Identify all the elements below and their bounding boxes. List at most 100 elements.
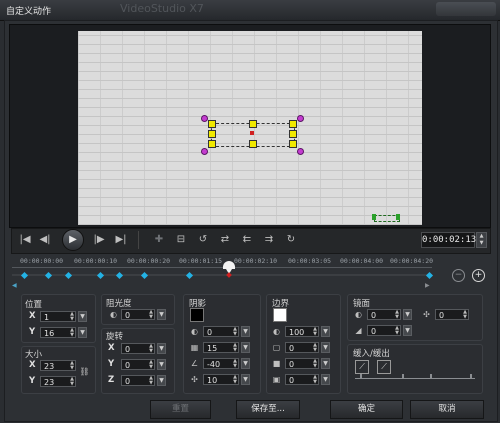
mirror-distance-dropdown[interactable]: ▼ [403, 325, 412, 336]
zoom-out-icon[interactable]: − [452, 269, 465, 282]
swap-keyframes-icon[interactable]: ⇄ [216, 232, 234, 248]
rotate-handle-tr[interactable] [297, 115, 304, 122]
rotation-z-input[interactable]: 0 ▲ ▼ [121, 375, 155, 386]
resize-handle-bl[interactable] [208, 140, 216, 148]
link-aspect-icon[interactable]: ⛓ [79, 366, 90, 377]
border-width-input[interactable]: 0 ▲ ▼ [285, 342, 319, 353]
shadow-blur-input[interactable]: 15 ▲ ▼ [203, 342, 239, 353]
keyframe-track[interactable] [12, 274, 432, 276]
border-opacity-dropdown[interactable]: ▼ [321, 326, 330, 337]
size-y-input[interactable]: 23 ▲ ▼ [40, 376, 76, 387]
rotation-y-dropdown[interactable]: ▼ [157, 359, 166, 370]
reverse-path-icon[interactable]: ↺ [194, 232, 212, 248]
resize-handle-tc[interactable] [249, 120, 257, 128]
shadow-angle-dropdown[interactable]: ▼ [241, 358, 250, 369]
background-app-title: VideoStudio X7 [120, 2, 204, 15]
resize-handle-tr[interactable] [289, 120, 297, 128]
shadow-blur-dropdown[interactable]: ▼ [241, 342, 250, 353]
rotation-x-input[interactable]: 0 ▲ ▼ [121, 343, 155, 354]
window-controls[interactable] [436, 2, 496, 16]
path-end-point[interactable] [396, 214, 400, 220]
mirror-opacity-dropdown[interactable]: ▼ [403, 309, 412, 320]
next-frame-button[interactable]: |▶ [90, 232, 108, 248]
timeline-ruler[interactable]: 00:00:00:00 00:00:00:10 00:00:00:20 00:0… [12, 257, 433, 289]
mirror-offset-input[interactable]: 0 ▲ ▼ [435, 309, 469, 320]
border-field-4-dropdown[interactable]: ▼ [321, 374, 330, 385]
opacity-dropdown[interactable]: ▼ [157, 309, 166, 320]
tick-label: 00:00:00:10 [74, 257, 118, 265]
add-keyframe-icon[interactable]: ✚ [150, 232, 168, 248]
border-field-3-input[interactable]: 0 ▲ ▼ [285, 358, 319, 369]
border-fill-icon: ■ [272, 359, 281, 368]
position-y-dropdown[interactable]: ▼ [78, 327, 87, 338]
play-button[interactable]: ▶ [62, 229, 84, 251]
mirror-distance-input[interactable]: 0 ▲ ▼ [367, 325, 401, 336]
zoom-in-icon[interactable]: + [472, 269, 485, 282]
mirror-distance-icon: ◢ [355, 326, 362, 335]
shadow-distance-dropdown[interactable]: ▼ [241, 374, 250, 385]
shadow-blur-icon: ▦ [190, 343, 199, 352]
resize-handle-tl[interactable] [208, 120, 216, 128]
timecode-spinner[interactable]: ▲ ▼ [476, 232, 487, 248]
ease-in-icon[interactable]: ⟋ [355, 360, 369, 374]
border-field-4-input[interactable]: 0 ▲ ▼ [285, 374, 319, 385]
resize-handle-ml[interactable] [208, 130, 216, 138]
shadow-opacity-icon: ◐ [191, 327, 198, 336]
shadow-distance-input[interactable]: 10 ▲ ▼ [203, 374, 239, 385]
mirror-label: 镜面 [353, 299, 371, 309]
tick-label: 00:00:00:20 [127, 257, 171, 265]
playhead-handle[interactable] [223, 261, 235, 269]
rotation-x-dropdown[interactable]: ▼ [157, 343, 166, 354]
move-right-icon[interactable]: ⇉ [260, 232, 278, 248]
rotate-handle-tl[interactable] [201, 115, 208, 122]
position-y-input[interactable]: 16 ▲ ▼ [40, 327, 76, 338]
scroll-left-icon[interactable]: ◀ [12, 282, 17, 289]
position-x-input[interactable]: 1 ▲ ▼ [40, 311, 76, 322]
rotate-keyframe-icon[interactable]: ↻ [282, 232, 300, 248]
rotate-handle-bl[interactable] [201, 148, 208, 155]
rotate-handle-br[interactable] [297, 148, 304, 155]
ease-out-icon[interactable]: ⟋ [377, 360, 391, 374]
shadow-opacity-input[interactable]: 0 ▲ ▼ [203, 326, 239, 337]
center-point[interactable] [250, 131, 254, 135]
opacity-input[interactable]: 0 ▲ ▼ [121, 309, 155, 320]
position-label: 位置 [25, 300, 43, 310]
border-color-swatch[interactable] [273, 308, 287, 322]
reset-button[interactable]: 重置 [150, 400, 211, 419]
size-y-label: Y [29, 376, 36, 386]
size-x-input[interactable]: 23 ▲ ▼ [40, 360, 76, 371]
tick-label: 00:00:02:10 [234, 257, 278, 265]
shadow-angle-input[interactable]: -40 ▲ ▼ [203, 358, 239, 369]
border-inner-icon: ▣ [272, 375, 281, 384]
move-left-icon[interactable]: ⇇ [238, 232, 256, 248]
rotation-y-input[interactable]: 0 ▲ ▼ [121, 359, 155, 370]
remove-keyframe-icon[interactable]: ⊟ [172, 232, 190, 248]
timecode-display[interactable]: 0:00:02:13 [421, 232, 476, 248]
resize-handle-br[interactable] [289, 140, 297, 148]
save-as-button[interactable]: 保存至... [236, 400, 300, 419]
shadow-color-swatch[interactable] [190, 308, 204, 322]
shadow-opacity-dropdown[interactable]: ▼ [241, 326, 250, 337]
cancel-button[interactable]: 取消 [410, 400, 484, 419]
resize-handle-mr[interactable] [289, 130, 297, 138]
fade-slider-track[interactable] [355, 378, 475, 379]
mirror-offset-icon: ✣ [423, 310, 430, 319]
ok-button[interactable]: 确定 [330, 400, 403, 419]
resize-handle-bc[interactable] [249, 140, 257, 148]
rotation-z-label: Z [108, 375, 115, 385]
border-field-3-dropdown[interactable]: ▼ [321, 358, 330, 369]
shadow-distance-icon: ✣ [191, 375, 198, 384]
border-width-dropdown[interactable]: ▼ [321, 342, 330, 353]
home-button[interactable]: |◀ [16, 232, 34, 248]
position-x-dropdown[interactable]: ▼ [78, 311, 87, 322]
scroll-right-icon[interactable]: ▶ [425, 282, 430, 289]
window-title: 自定义动作 [6, 7, 52, 17]
tick-label: 00:00:04:00 [340, 257, 384, 265]
rotation-z-dropdown[interactable]: ▼ [157, 375, 166, 386]
border-opacity-input[interactable]: 100 ▲ ▼ [285, 326, 319, 337]
mirror-opacity-input[interactable]: 0 ▲ ▼ [367, 309, 401, 320]
previous-frame-button[interactable]: ◀| [36, 232, 54, 248]
opacity-label: 阻光度 [106, 299, 132, 309]
end-button[interactable]: ▶| [112, 232, 130, 248]
path-start-point[interactable] [372, 214, 376, 220]
